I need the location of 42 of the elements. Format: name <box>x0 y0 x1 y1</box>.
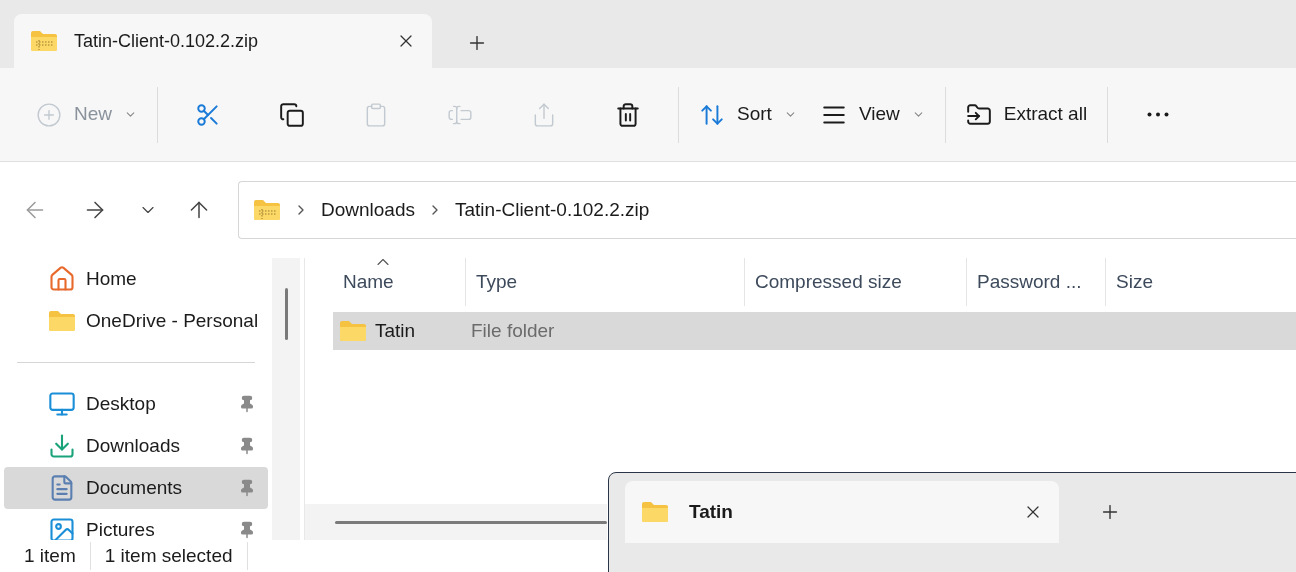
monitor-icon <box>48 390 76 418</box>
file-row[interactable]: Tatin File folder <box>333 312 1296 350</box>
file-type: File folder <box>470 318 555 343</box>
house-icon <box>48 265 76 293</box>
folder-icon <box>48 310 76 332</box>
sidebar-item[interactable]: OneDrive - Personal <box>4 300 268 342</box>
extract-all-button[interactable]: Extract all <box>953 90 1100 139</box>
tab[interactable]: Tatin-Client-0.102.2.zip <box>14 14 432 68</box>
pin-icon <box>238 479 256 497</box>
image-icon <box>48 516 76 540</box>
column-header[interactable]: Type <box>465 258 744 306</box>
status-text: 1 item <box>24 543 77 568</box>
download-icon <box>48 432 76 460</box>
status-text: 1 item selected <box>89 541 248 571</box>
breadcrumb-item[interactable]: Downloads <box>321 195 415 225</box>
sort-button[interactable]: Sort <box>687 90 809 139</box>
column-header[interactable]: Compressed size <box>744 258 966 306</box>
view-button[interactable]: View <box>808 90 937 139</box>
column-header[interactable]: Password ... <box>966 258 1105 306</box>
address-bar[interactable]: Downloads Tatin-Client-0.102.2.zip <box>238 181 1296 239</box>
second-window[interactable]: Tatin <box>608 472 1296 572</box>
plus-circle-icon <box>36 101 62 128</box>
folder-icon <box>339 320 367 342</box>
file-name: Tatin <box>375 318 416 343</box>
pin-icon <box>238 437 256 455</box>
sidebar-item[interactable]: Documents <box>4 467 268 509</box>
column-header[interactable]: Name <box>333 258 465 306</box>
zip-folder-icon <box>30 30 58 52</box>
tab[interactable]: Tatin <box>625 481 1059 543</box>
pin-icon <box>238 521 256 539</box>
folder-icon <box>965 101 992 128</box>
sidebar-item[interactable]: Home <box>4 258 268 300</box>
sidebar-item[interactable]: Desktop <box>4 383 268 425</box>
pin-icon <box>238 395 256 413</box>
folder-icon <box>641 501 669 523</box>
zip-folder-icon <box>253 199 281 221</box>
sidebar-item[interactable]: Downloads <box>4 425 268 467</box>
column-header[interactable]: Size <box>1105 258 1255 306</box>
sidebar-item[interactable]: Pictures <box>4 509 268 540</box>
breadcrumb-item[interactable]: Tatin-Client-0.102.2.zip <box>455 195 650 225</box>
horizontal-scrollbar[interactable] <box>305 504 607 540</box>
sidebar-scrollbar[interactable] <box>272 258 300 540</box>
